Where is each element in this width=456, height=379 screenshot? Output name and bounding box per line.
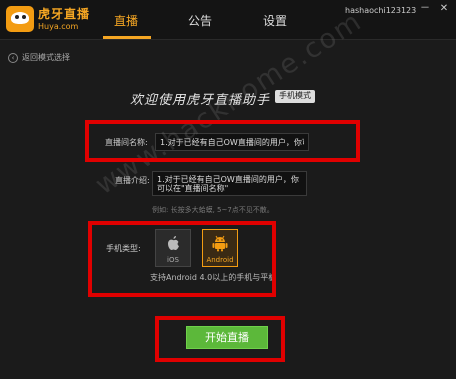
android-icon	[212, 235, 228, 252]
device-name-android: Android	[206, 256, 234, 264]
tab-settings[interactable]: 设置	[263, 12, 287, 29]
intro-textarea[interactable]: 1.对于已经有自己OW直播间的用户，你可以在"直播间名称"	[152, 171, 307, 196]
mode-badge: 手机模式	[275, 90, 315, 103]
back-to-mode-select-link[interactable]: ‹ 返回模式选择	[8, 52, 70, 63]
active-tab-indicator	[103, 36, 151, 39]
device-option-ios[interactable]: iOS	[155, 229, 191, 267]
chevron-left-icon: ‹	[8, 52, 18, 63]
start-live-button[interactable]: 开始直播	[186, 326, 268, 349]
tab-live[interactable]: 直播	[114, 12, 138, 29]
brand-name: 虎牙直播	[38, 7, 91, 21]
tab-announcement[interactable]: 公告	[188, 12, 212, 29]
huya-logo-icon	[6, 6, 34, 32]
brand-domain: Huya.com	[38, 22, 79, 31]
android-support-note: 支持Android 4.0以上的手机与平板	[150, 273, 277, 282]
device-type-label: 手机类型:	[106, 244, 141, 253]
minimize-button[interactable]: －	[418, 3, 432, 15]
intro-hint: 例如: 长按多大蛤蟆, 5~7点不见不散。	[152, 206, 274, 214]
device-option-android[interactable]: Android	[202, 229, 238, 267]
top-bar: 虎牙直播 Huya.com 直播 公告 设置 hashaochi123123 －…	[0, 0, 456, 40]
device-name-ios: iOS	[167, 256, 179, 264]
apple-icon	[168, 236, 179, 250]
back-label: 返回模式选择	[22, 53, 70, 62]
close-button[interactable]: ✕	[437, 3, 451, 15]
